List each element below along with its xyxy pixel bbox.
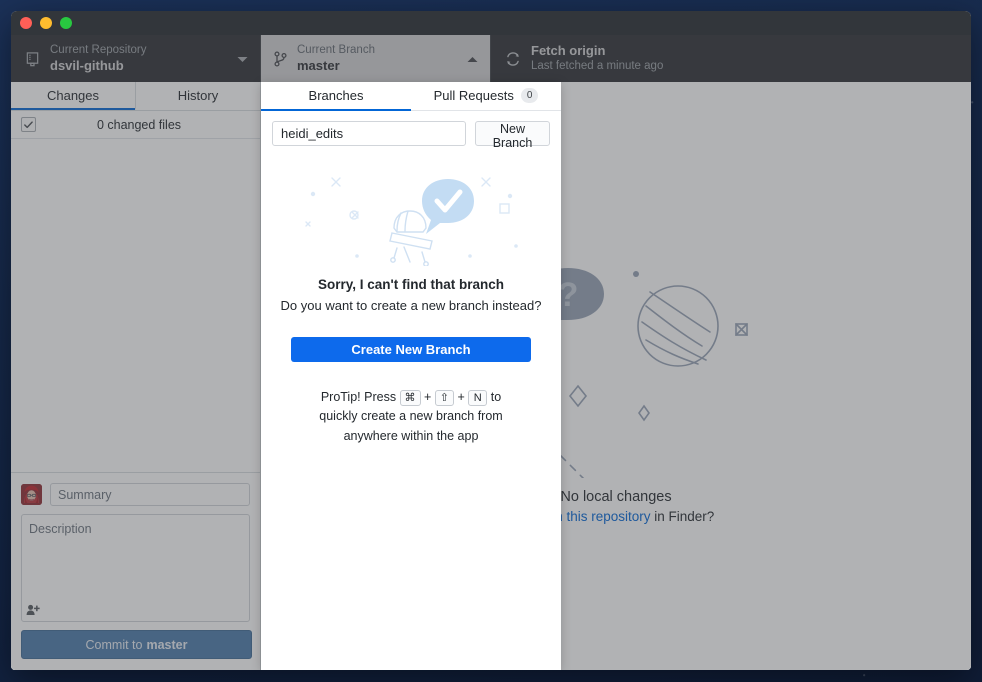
protip-prefix: ProTip! Press [320, 390, 400, 404]
pull-requests-count-badge: 0 [520, 88, 539, 103]
traffic-lights [20, 17, 72, 29]
zoom-window-button[interactable] [60, 17, 72, 29]
close-window-button[interactable] [20, 17, 32, 29]
github-desktop-window: Current Repository dsvil-github Current … [11, 11, 971, 670]
branch-filter-row: New Branch [261, 111, 561, 154]
branch-filter-input[interactable] [272, 121, 466, 146]
branch-not-found-state: Sorry, I can't find that branch Do you w… [261, 154, 561, 670]
branch-not-found-title: Sorry, I can't find that branch [318, 277, 504, 292]
kbd-command: ⌘ [399, 390, 421, 406]
protip-sep-2: + [454, 390, 469, 404]
protip-sep-1: + [420, 390, 435, 404]
popover-tabs: Branches Pull Requests 0 [261, 82, 561, 111]
new-branch-button[interactable]: New Branch [475, 121, 550, 150]
tab-pull-requests[interactable]: Pull Requests 0 [411, 82, 561, 111]
kbd-n: N [468, 390, 488, 406]
window-titlebar [11, 11, 971, 35]
tab-pull-requests-label: Pull Requests [433, 88, 514, 103]
tab-branches[interactable]: Branches [261, 82, 411, 111]
branch-dropdown-popover: Branches Pull Requests 0 New Branch [261, 82, 561, 670]
branch-not-found-subtitle: Do you want to create a new branch inste… [280, 298, 542, 313]
check-bubble-illustration [304, 166, 519, 271]
protip-text: ProTip! Press ⌘ + ⇧ + N to quickly creat… [305, 388, 517, 446]
kbd-shift: ⇧ [434, 390, 455, 406]
create-new-branch-button[interactable]: Create New Branch [291, 337, 531, 362]
tab-branches-label: Branches [308, 88, 364, 103]
minimize-window-button[interactable] [40, 17, 52, 29]
